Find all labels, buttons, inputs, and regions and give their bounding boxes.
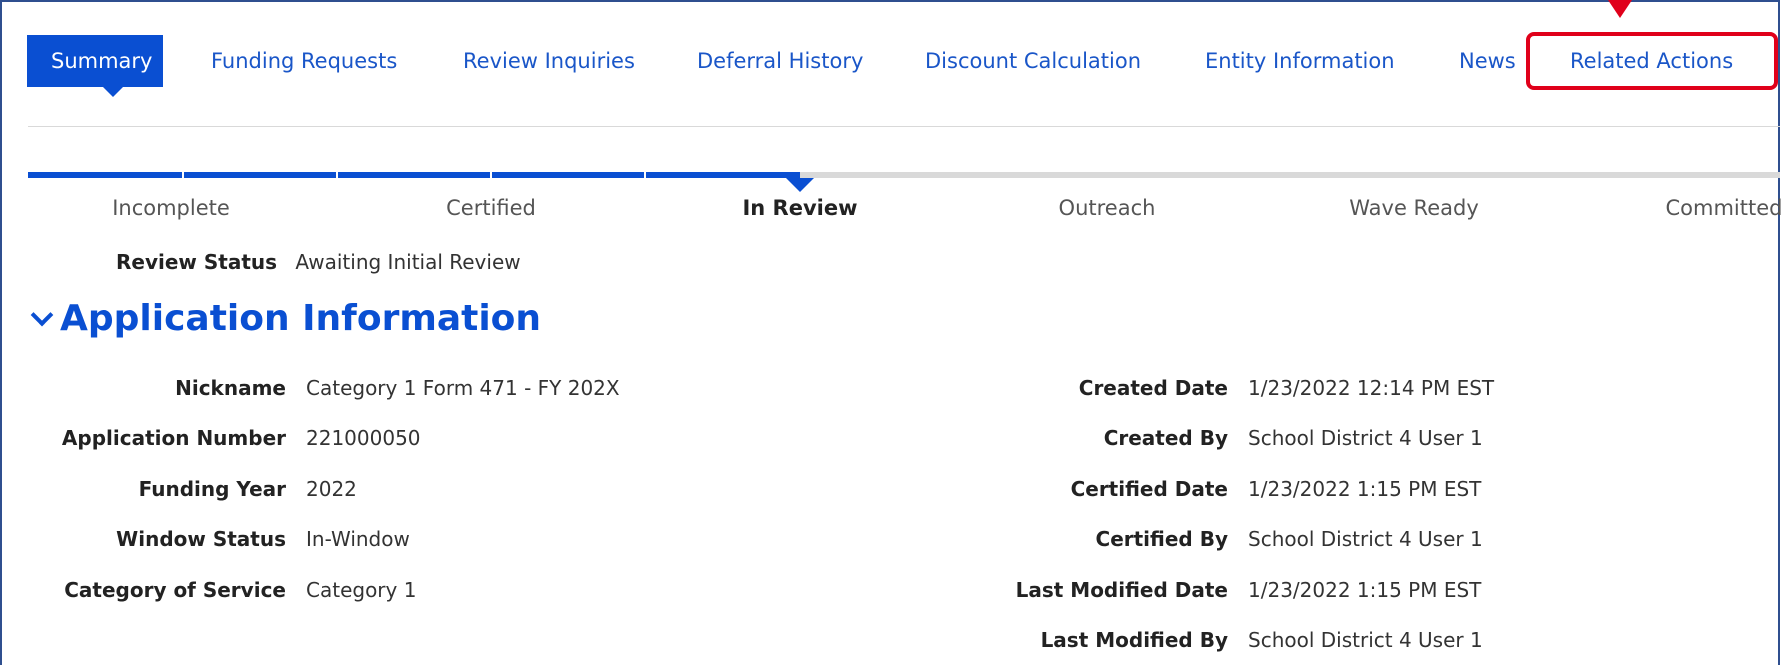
field-row: Certified By bbox=[900, 524, 1228, 554]
tab-funding-requests[interactable]: Funding Requests bbox=[211, 35, 397, 87]
field-label: Category of Service bbox=[64, 578, 286, 602]
step-committed: Committed bbox=[1665, 196, 1783, 220]
field-row: Window Status bbox=[0, 524, 286, 554]
step-in-review: In Review bbox=[742, 196, 858, 220]
field-row: Created By bbox=[900, 423, 1228, 453]
field-label: Application Number bbox=[61, 426, 286, 450]
field-value: Category 1 Form 471 - FY 202X bbox=[306, 376, 620, 400]
field-value: School District 4 User 1 bbox=[1248, 527, 1483, 551]
progress-remaining bbox=[800, 172, 1780, 178]
tab-deferral-history[interactable]: Deferral History bbox=[697, 35, 863, 87]
step-wave-ready: Wave Ready bbox=[1349, 196, 1479, 220]
field-value: 1/23/2022 1:15 PM EST bbox=[1248, 477, 1482, 501]
related-actions-highlight-box bbox=[1526, 32, 1778, 90]
section-header[interactable]: Application Information bbox=[28, 298, 541, 339]
field-value: 1/23/2022 1:15 PM EST bbox=[1248, 578, 1482, 602]
field-label: Nickname bbox=[175, 376, 286, 400]
progress-steps: Incomplete Certified In Review Outreach … bbox=[0, 196, 1784, 226]
field-row: Funding Year bbox=[0, 474, 286, 504]
field-label: Certified By bbox=[1095, 527, 1228, 551]
tab-label: Summary bbox=[51, 49, 153, 73]
field-row: Last Modified By bbox=[900, 625, 1228, 655]
field-row: Application Number bbox=[0, 423, 286, 453]
field-label: Window Status bbox=[116, 527, 286, 551]
field-value: 1/23/2022 12:14 PM EST bbox=[1248, 376, 1495, 400]
review-status-row: Review Status Awaiting Initial Review bbox=[116, 250, 521, 274]
step-certified: Certified bbox=[446, 196, 536, 220]
field-row: Created Date bbox=[900, 373, 1228, 403]
step-outreach: Outreach bbox=[1058, 196, 1156, 220]
review-status-label: Review Status bbox=[116, 250, 278, 274]
tab-news[interactable]: News bbox=[1459, 35, 1516, 87]
tab-discount-calculation[interactable]: Discount Calculation bbox=[925, 35, 1141, 87]
tab-divider bbox=[28, 126, 1780, 127]
red-arrow-indicator bbox=[1608, 0, 1632, 18]
field-row: Nickname bbox=[0, 373, 286, 403]
field-value: 2022 bbox=[306, 477, 357, 501]
progress-tick bbox=[336, 172, 338, 178]
field-label: Created By bbox=[1103, 426, 1228, 450]
field-label: Created Date bbox=[1078, 376, 1228, 400]
status-progress-bar bbox=[28, 172, 1780, 192]
tab-review-inquiries[interactable]: Review Inquiries bbox=[463, 35, 635, 87]
field-value: School District 4 User 1 bbox=[1248, 628, 1483, 652]
field-row: Last Modified Date bbox=[900, 575, 1228, 605]
progress-tick bbox=[490, 172, 492, 178]
current-step-indicator bbox=[786, 178, 814, 192]
tab-entity-information[interactable]: Entity Information bbox=[1205, 35, 1395, 87]
field-row: Certified Date bbox=[900, 474, 1228, 504]
step-incomplete: Incomplete bbox=[112, 196, 230, 220]
field-label: Last Modified By bbox=[1040, 628, 1228, 652]
progress-tick bbox=[182, 172, 184, 178]
field-label: Certified Date bbox=[1070, 477, 1228, 501]
review-status-value: Awaiting Initial Review bbox=[295, 250, 521, 274]
section-title: Application Information bbox=[60, 298, 542, 339]
chevron-down-icon[interactable] bbox=[30, 303, 54, 327]
field-value: In-Window bbox=[306, 527, 410, 551]
tab-summary[interactable]: Summary bbox=[27, 35, 163, 97]
field-label: Funding Year bbox=[138, 477, 286, 501]
progress-tick bbox=[644, 172, 646, 178]
active-tab-indicator bbox=[103, 87, 123, 97]
field-row: Category of Service bbox=[0, 575, 286, 605]
field-value: 221000050 bbox=[306, 426, 421, 450]
field-value: School District 4 User 1 bbox=[1248, 426, 1483, 450]
field-value: Category 1 bbox=[306, 578, 417, 602]
field-label: Last Modified Date bbox=[1015, 578, 1228, 602]
progress-completed bbox=[28, 172, 800, 178]
